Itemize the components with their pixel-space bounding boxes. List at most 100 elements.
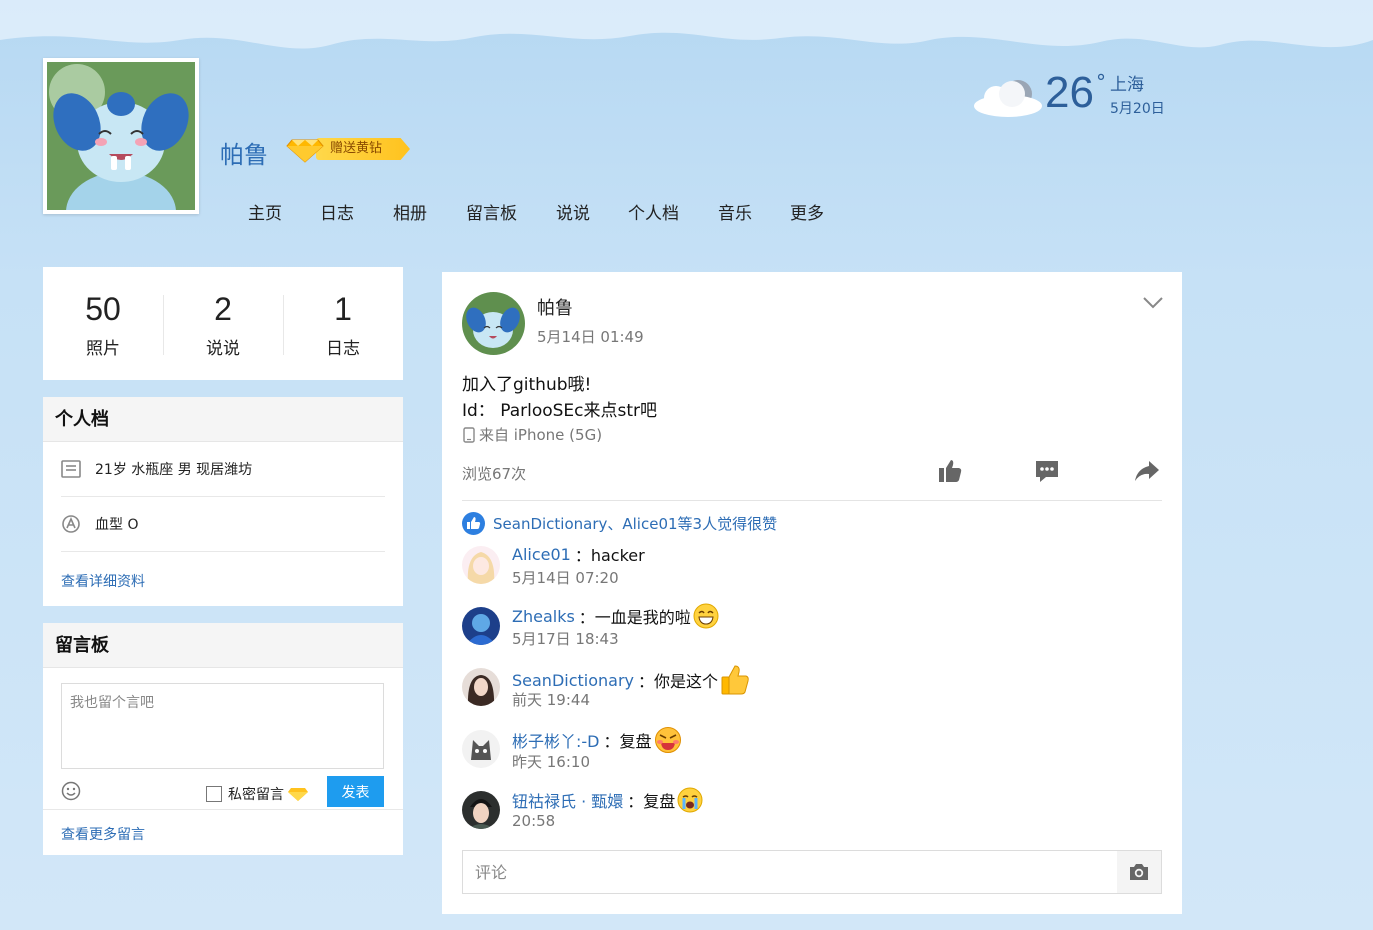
liked-thumb-icon [462,512,485,535]
comment-bubble-icon[interactable] [1034,458,1060,484]
stat-moments[interactable]: 2 说说 [163,267,283,380]
stat-photos-label: 照片 [86,339,120,359]
weather-temperature: 26 [1045,68,1094,117]
comment-text: ：复盘 [627,792,676,811]
guestbook-card-title: 留言板 [43,623,403,668]
phone-icon [463,426,475,443]
crying-emoji-icon [677,787,703,813]
post-text-line-2: Id： ParlooSEc来点str吧 [462,401,658,421]
nav-album[interactable]: 相册 [393,199,466,224]
commenter-name[interactable]: SeanDictionary [512,671,634,690]
stat-photos-count: 50 [85,291,121,327]
post-time: 5月14日 01:49 [537,328,644,346]
post-author-avatar[interactable] [462,292,525,355]
commenter-avatar[interactable] [462,546,500,584]
portrait-avatar-image [462,668,500,706]
comment-text: ：你是这个 [638,672,719,691]
profile-avatar[interactable] [43,58,199,214]
view-more-messages-link[interactable]: 查看更多留言 [61,824,145,844]
weather-city: 上海 [1110,75,1144,95]
post-likes-text: SeanDictionary、Alice01等3人觉得很赞 [493,515,778,533]
angry-emoji-icon [654,727,681,753]
blood-type-icon [62,515,80,533]
camera-button[interactable] [1117,851,1161,893]
commenter-avatar[interactable] [462,791,500,829]
thumbs-up-emoji-icon [721,665,749,695]
profile-basic-info-row: 21岁 水瓶座 男 现居潍坊 [61,442,385,497]
profile-card-title: 个人档 [43,397,403,442]
cat-avatar-image [462,730,500,768]
yellow-diamond-icon [286,139,324,163]
private-message-label: 私密留言 [228,787,284,803]
comment-text: ：复盘 [603,732,652,751]
cloudy-weather-icon [974,80,1042,117]
comment-item: 钮祜禄氏 · 甄嬛 ：复盘 20:58 [462,787,1162,839]
stat-blogs[interactable]: 1 日志 [283,267,403,380]
comment-item: 彬子彬丫:-D ：复盘 昨天 16:10 [462,726,1162,778]
chevron-down-icon[interactable] [1142,296,1164,310]
weather-date: 5月20日 [1110,101,1165,117]
feed-post-card: 帕鲁 5月14日 01:49 加入了github哦! Id： ParlooSEc… [442,272,1182,914]
stat-moments-count: 2 [214,291,232,327]
nav-more[interactable]: 更多 [790,199,830,224]
empress-avatar-image [462,791,500,829]
commenter-name[interactable]: Alice01 [512,545,571,564]
post-device-label: 来自 iPhone (5G) [479,426,603,444]
private-message-toggle[interactable]: 私密留言 [206,784,308,804]
commenter-name[interactable]: 钮祜禄氏 · 甄嬛 [512,788,623,812]
pokemon-avatar-image [462,292,525,355]
profile-blood-row: 血型 O [61,497,385,552]
nav-home[interactable]: 主页 [248,199,320,224]
profile-blood-type: 血型 O [95,517,139,533]
guestbook-message-input[interactable] [61,683,384,769]
nav-blog[interactable]: 日志 [320,199,393,224]
anime-girl-avatar-image [462,546,500,584]
post-likes-summary[interactable]: SeanDictionary、Alice01等3人觉得很赞 [462,512,777,535]
comment-time: 5月17日 18:43 [512,630,619,648]
stat-blogs-count: 1 [334,291,352,327]
publish-message-button[interactable]: 发表 [327,776,384,807]
guestbook-divider [43,809,403,810]
user-name[interactable]: 帕鲁 [220,135,268,170]
grin-emoji-icon [693,603,719,629]
weather-degree-symbol: ° [1096,70,1106,94]
commenter-name[interactable]: Zhealks [512,607,575,626]
emoji-smile-icon[interactable] [61,781,81,801]
stats-card: 50 照片 2 说说 1 日志 [43,267,403,380]
nav-music[interactable]: 音乐 [718,199,790,224]
weather-widget: 26 ° 上海 5月20日 [972,68,1172,128]
vip-gift-badge[interactable]: 赠送黄钻 [286,134,410,164]
comment-item: Alice01 ：hacker 5月14日 07:20 [462,542,1162,594]
comment-item: Zhealks ：一血是我的啦 5月17日 18:43 [462,603,1162,655]
share-arrow-icon[interactable] [1133,458,1161,484]
commenter-name[interactable]: 彬子彬丫:-D [512,728,600,752]
post-device: 来自 iPhone (5G) [462,424,602,445]
stat-moments-label: 说说 [206,339,240,359]
comment-text: ：一血是我的啦 [578,608,691,627]
nav-moments[interactable]: 说说 [556,199,628,224]
stat-photos[interactable]: 50 照片 [43,267,163,380]
comment-input-box [462,850,1162,894]
post-divider [462,500,1162,501]
like-thumb-icon[interactable] [937,458,963,484]
view-details-link[interactable]: 查看详细资料 [61,571,145,591]
blue-anime-avatar-image [462,607,500,645]
post-author-name[interactable]: 帕鲁 [537,294,573,320]
guestbook-card: 留言板 私密留言 发表 查看更多留言 [43,623,403,855]
comment-item: SeanDictionary ：你是这个 前天 19:44 [462,664,1162,716]
nav-guestbook[interactable]: 留言板 [466,199,556,224]
comment-text: ：hacker [574,546,645,565]
private-message-checkbox[interactable] [206,786,222,802]
stat-blogs-label: 日志 [326,339,360,359]
nav-profile[interactable]: 个人档 [628,199,718,224]
camera-icon [1130,864,1148,880]
post-view-count: 浏览67次 [462,465,527,483]
commenter-avatar[interactable] [462,668,500,706]
profile-card: 个人档 21岁 水瓶座 男 现居潍坊 血型 O 查看详细资料 [43,397,403,606]
commenter-avatar[interactable] [462,730,500,768]
comment-input[interactable] [463,851,1117,893]
vip-gift-label: 赠送黄钻 [316,138,410,160]
commenter-avatar[interactable] [462,607,500,645]
comment-time: 20:58 [512,812,556,830]
comment-time: 前天 19:44 [512,691,590,709]
